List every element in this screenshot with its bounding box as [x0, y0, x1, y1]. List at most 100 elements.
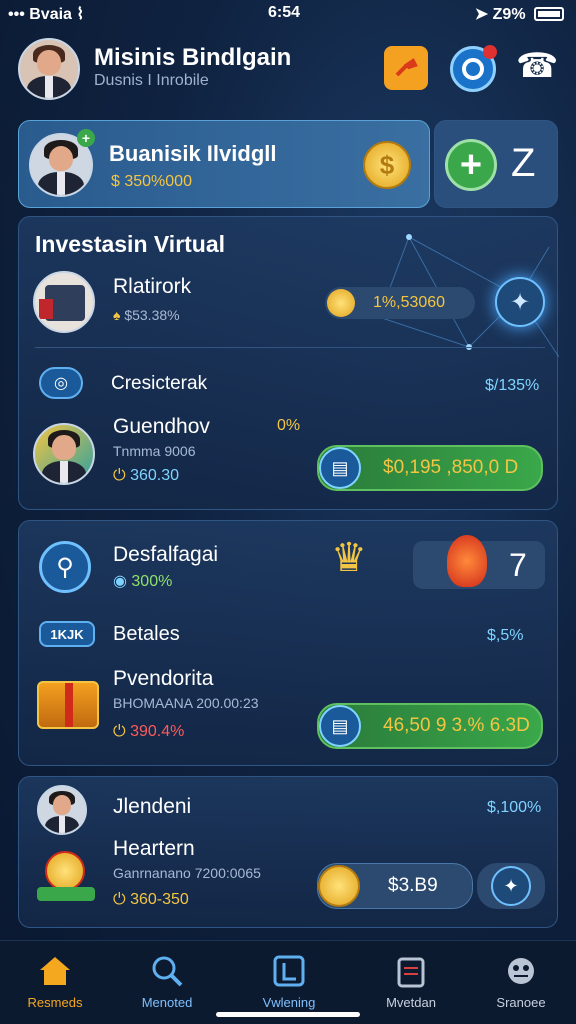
search-button[interactable]: ⚲	[39, 541, 91, 593]
status-bar: ••• Bvaia ⌇ 6:54 ➤ Z9%	[0, 0, 576, 28]
gear-icon	[503, 953, 539, 989]
profile-name: Buanisik Ilvidgll	[109, 141, 277, 166]
wrench-icon	[395, 58, 418, 77]
invest-tag1-value: $/135%	[485, 377, 540, 394]
section2-item2-value: ⏻ 390.4%	[113, 723, 185, 740]
status-right: ➤ Z9%	[475, 4, 564, 24]
section2-tag-value: $,5%	[487, 627, 524, 644]
target-icon	[462, 58, 484, 80]
nav-item-home[interactable]: Resmeds	[0, 953, 110, 1010]
tools-button[interactable]	[384, 46, 428, 90]
section3-card: Jlendeni $,100% Heartern Ganrnanano 7200…	[18, 776, 558, 928]
wifi-icon: ⌇	[76, 6, 85, 23]
nav-label: Vwlening	[262, 995, 316, 1010]
section2-item2-amount: 46,50 9 3.% 6.3D	[383, 715, 530, 736]
call-button[interactable]: ☎	[516, 46, 559, 86]
user-avatar[interactable]	[18, 38, 80, 100]
invest-title: Investasin Virtual	[35, 231, 226, 257]
puzzle-icon: ✦	[509, 288, 531, 316]
money-icon: ▤	[319, 705, 361, 747]
invest-tag1-name: Cresicterak	[111, 373, 208, 394]
idea-count: 7	[509, 547, 527, 583]
power-icon: ⏻	[113, 723, 131, 740]
header-title: Misinis Bindlgain	[94, 44, 292, 71]
section3-item2-amount: $3.B9	[388, 875, 438, 896]
invest-item2-amount: $0,195 ,850,0 D	[383, 457, 519, 478]
lightbulb-icon	[447, 535, 487, 587]
phone-icon: ☎	[516, 47, 559, 85]
invest-item2-avatar	[33, 423, 95, 485]
section3-avatar	[37, 785, 87, 835]
section2-tag-name: Betales	[113, 623, 180, 645]
coin-icon: $	[363, 141, 411, 189]
nav-item-settings[interactable]: Sranoee	[466, 953, 576, 1010]
invest-card: Investasin Virtual Rlatirork ♠ $53.38% 1…	[18, 216, 559, 510]
notification-dot	[483, 45, 497, 59]
eye-icon: ◉	[113, 573, 132, 590]
divider	[35, 347, 545, 348]
section2-item2-name: Pvendorita	[113, 667, 214, 690]
header-subtitle: Dusnis I Inrobile	[94, 72, 209, 89]
section3-action-button[interactable]: ✦	[477, 863, 545, 909]
nav-label: Sranoee	[496, 995, 546, 1010]
home-indicator[interactable]	[216, 1012, 360, 1017]
gift-icon	[37, 681, 99, 729]
puzzle-icon: ✦	[491, 866, 531, 906]
signal-icon: •••	[8, 6, 30, 23]
nav-item-ledger[interactable]: Vwlening	[234, 953, 344, 1010]
invest-item2-percent: 0%	[277, 417, 301, 434]
section2-item2-sub: BHOMAANA 200.00:23	[113, 695, 259, 711]
invest-item1-value: ♠ $53.38%	[113, 307, 180, 323]
puzzle-button[interactable]: ✦	[495, 277, 545, 327]
power-icon: ⏻	[113, 891, 131, 908]
invest-item1-amount: 1%,53060	[373, 294, 446, 311]
add-icon: +	[445, 139, 497, 191]
add-card[interactable]: + Z	[434, 120, 558, 208]
item-thumbnail	[33, 271, 95, 333]
search-icon: ⚲	[56, 553, 74, 581]
invest-item2-value: ⏻ 360.30	[113, 467, 180, 484]
nav-item-search[interactable]: Menoted	[112, 953, 222, 1010]
ledger-icon	[271, 953, 307, 989]
invest-item1-amount-pill[interactable]: 1%,53060	[325, 287, 475, 319]
clipboard-icon	[393, 953, 429, 989]
tag-badge: 1KJK	[39, 621, 95, 647]
search-icon	[149, 953, 185, 989]
section3-item2-amount-pill[interactable]: $3.B9	[317, 863, 473, 909]
crown-icon: ♛	[331, 536, 367, 580]
section2-card: ⚲ Desfalfagai ◉ 300% ♛ 7 1KJK Betales $,…	[18, 520, 558, 766]
battery-percent: Z9%	[492, 6, 526, 23]
section3-item1-value: $,100%	[487, 799, 542, 816]
battery-icon	[534, 7, 564, 21]
section3-item1-name: Jlendeni	[113, 795, 192, 818]
idea-counter[interactable]: 7	[413, 535, 545, 589]
money-icon: ▤	[319, 447, 361, 489]
power-icon: ⏻	[113, 467, 131, 484]
nav-label: Resmeds	[27, 995, 83, 1010]
bag-icon: ♠	[113, 307, 125, 323]
trophy-icon	[31, 847, 101, 909]
section3-item2-sub: Ganrnanano 7200:0065	[113, 865, 261, 881]
clock: 6:54	[268, 4, 301, 21]
profile-card[interactable]: + Buanisik Ilvidgll $ 350%000 $	[18, 120, 430, 208]
add-count: Z	[511, 141, 536, 185]
invest-item2-sub: Tnmma 9006	[113, 443, 196, 459]
home-icon	[37, 953, 73, 989]
verified-icon: +	[77, 129, 95, 147]
coin-icon	[318, 865, 360, 907]
profile-balance: $ 350%000	[111, 173, 192, 190]
carrier-label: ••• Bvaia ⌇	[8, 6, 85, 23]
notifications-button[interactable]	[450, 45, 497, 92]
location-icon: ➤	[474, 6, 489, 23]
section2-item2-amount-pill[interactable]: ▤ 46,50 9 3.% 6.3D	[317, 703, 543, 749]
section3-item2-name: Heartern	[113, 837, 195, 860]
nav-item-documents[interactable]: Mvetdan	[356, 953, 466, 1010]
chat-icon: ◎	[54, 375, 68, 392]
section2-item1-value: ◉ 300%	[113, 573, 173, 590]
coin-icon	[327, 289, 355, 317]
section2-item1-name: Desfalfagai	[113, 543, 219, 566]
invest-item2-amount-pill[interactable]: ▤ $0,195 ,850,0 D	[317, 445, 543, 491]
section3-item2-value: ⏻ 360-350	[113, 891, 189, 908]
chat-badge: ◎	[39, 367, 83, 399]
nav-label: Menoted	[141, 995, 193, 1010]
